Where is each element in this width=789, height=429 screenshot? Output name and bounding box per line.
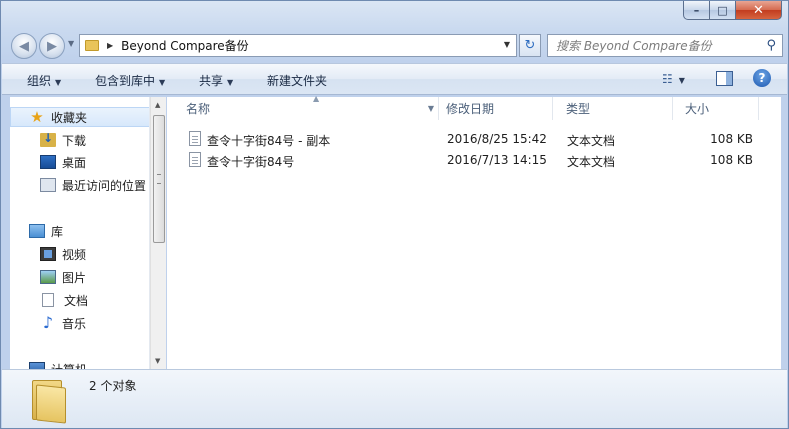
- column-header-label: 类型: [566, 102, 591, 116]
- navigation-pane: ★ 收藏夹 下载 桌面 最近访问的位置 库 视频 图片 文档: [10, 97, 150, 369]
- text-file-icon: [189, 152, 201, 167]
- navigation-pane-scrollbar[interactable]: ▲ ▼: [150, 97, 166, 369]
- column-header-date-modified[interactable]: 修改日期: [439, 97, 553, 120]
- maximize-button[interactable]: □: [710, 1, 736, 20]
- column-header-label: 名称: [186, 102, 211, 116]
- sidebar-item-pictures[interactable]: 图片: [10, 267, 149, 287]
- file-name: 查令十字街84号: [207, 155, 295, 169]
- minimize-button[interactable]: –: [683, 1, 710, 20]
- details-pane: 2 个对象: [2, 369, 787, 428]
- star-icon: ★: [30, 108, 44, 126]
- file-date: 2016/8/25 15:42: [447, 132, 547, 146]
- include-in-library-button[interactable]: 包含到库中 ▼: [95, 72, 165, 89]
- sidebar-item-label: 文档: [64, 293, 89, 308]
- sidebar-item-label: 图片: [62, 270, 87, 285]
- sidebar-item-documents[interactable]: 文档: [10, 290, 149, 310]
- chevron-down-icon: ▼: [227, 78, 234, 87]
- new-folder-button[interactable]: 新建文件夹: [267, 72, 327, 89]
- sidebar-item-label: 库: [51, 224, 64, 239]
- help-button[interactable]: ?: [753, 69, 771, 87]
- recent-places-icon: [40, 178, 56, 192]
- sidebar-item-computer[interactable]: 计算机: [10, 359, 149, 370]
- share-label: 共享: [199, 74, 224, 88]
- share-button[interactable]: 共享 ▼: [199, 72, 233, 89]
- library-icon: [29, 224, 45, 238]
- folder-icon: [32, 378, 66, 424]
- back-button[interactable]: ◀: [11, 33, 37, 59]
- sidebar-item-label: 桌面: [62, 155, 87, 170]
- file-size: 108 KB: [710, 132, 753, 146]
- change-view-button[interactable]: ☷ ▼: [662, 72, 685, 86]
- sidebar-item-label: 下载: [62, 133, 87, 148]
- breadcrumb-chevron-icon[interactable]: ▶: [107, 41, 113, 50]
- music-library-icon: ♪: [42, 313, 54, 332]
- desktop-icon: [40, 155, 56, 169]
- item-count: 2 个对象: [89, 379, 137, 393]
- file-size: 108 KB: [710, 153, 753, 167]
- view-options-icon: ☷: [662, 72, 673, 86]
- chevron-down-icon: ▼: [55, 78, 62, 87]
- folder-front-shape: [36, 384, 66, 424]
- breadcrumb-current[interactable]: Beyond Compare备份: [121, 37, 249, 54]
- folder-icon: [85, 40, 99, 51]
- scrollbar-thumb[interactable]: [153, 115, 165, 243]
- file-date: 2016/7/13 14:15: [447, 153, 547, 167]
- search-input[interactable]: [556, 38, 756, 53]
- sidebar-item-label: 音乐: [62, 316, 87, 331]
- sidebar-item-label: 最近访问的位置: [62, 178, 147, 193]
- scroll-up-icon[interactable]: ▲: [155, 101, 160, 109]
- sidebar-item-downloads[interactable]: 下载: [10, 130, 149, 150]
- text-file-icon: [189, 131, 201, 146]
- column-filter-dropdown-icon[interactable]: ▼: [428, 104, 434, 113]
- explorer-window: – □ ✕ ◀ ▶ ▼ ▶ Beyond Compare备份 ▼ ↻ ⚲ 组织▼…: [0, 0, 789, 429]
- column-header-label: 大小: [685, 102, 710, 116]
- sidebar-item-recent-places[interactable]: 最近访问的位置: [10, 175, 149, 195]
- download-folder-icon: [40, 131, 56, 147]
- picture-library-icon: [40, 270, 56, 284]
- file-type: 文本文档: [567, 155, 616, 169]
- recent-pages-dropdown-icon[interactable]: ▼: [68, 39, 74, 48]
- sidebar-item-label: 计算机: [51, 361, 87, 370]
- sort-ascending-icon: ▲: [313, 94, 320, 103]
- column-header-label: 修改日期: [446, 102, 495, 116]
- sidebar-item-videos[interactable]: 视频: [10, 244, 149, 264]
- column-header-type[interactable]: 类型: [553, 97, 673, 120]
- sidebar-item-label: 收藏夹: [51, 110, 88, 125]
- column-header-size[interactable]: 大小: [673, 97, 759, 120]
- command-bar: 组织 ▼ 包含到库中 ▼ 共享 ▼ 新建文件夹 ☷ ▼ ?: [2, 63, 787, 95]
- address-dropdown-icon[interactable]: ▼: [504, 40, 510, 49]
- close-button[interactable]: ✕: [736, 1, 782, 20]
- sidebar-item-music[interactable]: ♪ 音乐: [10, 313, 149, 333]
- sidebar-item-label: 视频: [62, 247, 87, 262]
- search-icon[interactable]: ⚲: [766, 38, 776, 53]
- forward-button[interactable]: ▶: [39, 33, 65, 59]
- search-box[interactable]: ⚲: [547, 34, 783, 57]
- file-name: 查令十字街84号 - 副本: [207, 134, 331, 148]
- sidebar-item-favorites[interactable]: ★ 收藏夹: [10, 107, 149, 127]
- computer-icon: [29, 362, 45, 369]
- chevron-down-icon: ▼: [159, 78, 166, 87]
- column-header-name[interactable]: ▲ 名称 ▼: [175, 94, 439, 120]
- chevron-down-icon: ▼: [678, 76, 685, 85]
- file-type: 文本文档: [567, 134, 616, 148]
- caption-buttons: – □ ✕: [683, 1, 782, 20]
- sidebar-item-libraries[interactable]: 库: [10, 221, 149, 241]
- preview-pane-toggle[interactable]: [716, 71, 733, 86]
- table-row[interactable]: 查令十字街84号 - 副本 2016/8/25 15:42 文本文档 108 K…: [167, 129, 781, 149]
- document-library-icon: [42, 293, 54, 307]
- table-row[interactable]: 查令十字街84号 2016/7/13 14:15 文本文档 108 KB: [167, 150, 781, 170]
- navigation-bar: ◀ ▶ ▼ ▶ Beyond Compare备份 ▼ ↻ ⚲: [9, 31, 783, 59]
- organize-button[interactable]: 组织 ▼: [27, 72, 61, 89]
- sidebar-item-desktop[interactable]: 桌面: [10, 152, 149, 172]
- include-in-library-label: 包含到库中: [95, 74, 156, 88]
- scroll-down-icon[interactable]: ▼: [155, 357, 160, 365]
- file-list: ▲ 名称 ▼ 修改日期 类型 大小 查令十字街84号 - 副本 2016/8/2…: [167, 94, 781, 369]
- video-library-icon: [40, 247, 56, 261]
- organize-label: 组织: [27, 74, 52, 88]
- address-bar[interactable]: ▶ Beyond Compare备份 ▼: [79, 34, 517, 57]
- refresh-button[interactable]: ↻: [519, 34, 541, 57]
